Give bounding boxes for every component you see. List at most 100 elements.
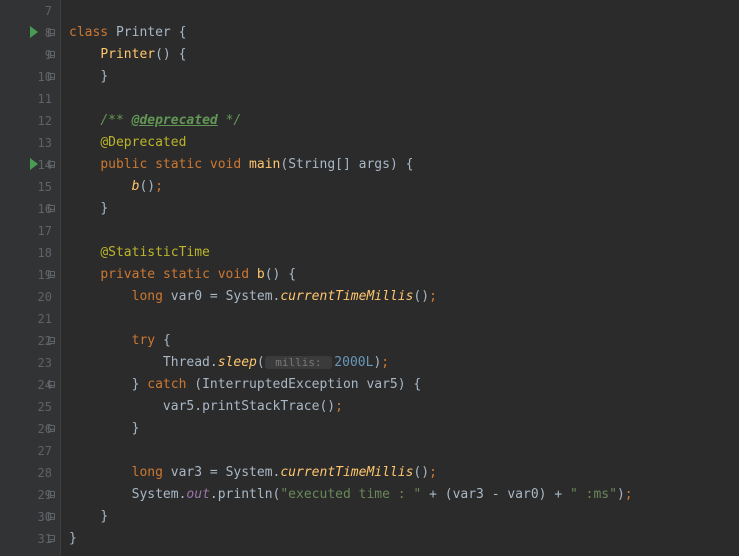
token-ann: @StatisticTime <box>100 245 210 260</box>
token-method: Printer <box>100 47 155 62</box>
run-gutter-icon[interactable] <box>30 158 38 170</box>
token-num: 2000L <box>334 355 373 370</box>
token-method: b <box>257 267 265 282</box>
token-semi: ; <box>625 487 633 502</box>
line-number: 18 <box>32 242 60 264</box>
token-type: System <box>226 465 273 480</box>
token-type: var5 <box>366 377 397 392</box>
fold-icon[interactable] <box>48 205 55 212</box>
code-editor[interactable]: class Printer { Printer() { } /** @depre… <box>60 0 739 556</box>
code-line[interactable] <box>69 88 739 110</box>
line-number: 13 <box>32 132 60 154</box>
line-number: 23 <box>32 352 60 374</box>
gutter-row: 15 <box>0 176 60 198</box>
line-number: 30 <box>32 506 60 528</box>
code-line[interactable]: @Deprecated <box>69 132 739 154</box>
line-number: 12 <box>32 110 60 132</box>
fold-icon[interactable] <box>48 535 55 542</box>
code-line[interactable]: var5.printStackTrace(); <box>69 396 739 418</box>
code-line[interactable]: System.out.println("executed time : " + … <box>69 484 739 506</box>
gutter-row: 31 <box>0 528 60 550</box>
editor-gutter: 7891011121314151617181920212223242526272… <box>0 0 60 556</box>
fold-icon[interactable] <box>48 337 55 344</box>
gutter-row: 27 <box>0 440 60 462</box>
token-paren: { <box>163 333 171 348</box>
code-line[interactable]: } <box>69 528 739 550</box>
fold-icon[interactable] <box>48 51 55 58</box>
gutter-row: 28 <box>0 462 60 484</box>
token-kw: static <box>155 157 202 172</box>
code-line[interactable]: /** @deprecated */ <box>69 110 739 132</box>
fold-icon[interactable] <box>48 161 55 168</box>
code-line[interactable]: public static void main(String[] args) { <box>69 154 739 176</box>
token-static-method: currentTimeMillis <box>280 289 413 304</box>
line-number: 22 <box>32 330 60 352</box>
line-number: 15 <box>32 176 60 198</box>
token-type: var0 <box>171 289 202 304</box>
fold-icon[interactable] <box>48 271 55 278</box>
token-paren: ( <box>280 157 288 172</box>
code-line[interactable] <box>69 0 739 22</box>
fold-icon[interactable] <box>48 381 55 388</box>
token-method: main <box>249 157 280 172</box>
code-line[interactable]: long var3 = System.currentTimeMillis(); <box>69 462 739 484</box>
code-line[interactable]: private static void b() { <box>69 264 739 286</box>
fold-icon[interactable] <box>48 513 55 520</box>
code-line[interactable]: Thread.sleep( millis: 2000L); <box>69 352 739 374</box>
line-number: 17 <box>32 220 60 242</box>
token-semi: ; <box>429 289 437 304</box>
token-op: + <box>429 487 437 502</box>
token-paren: { <box>179 47 187 62</box>
gutter-row: 16 <box>0 198 60 220</box>
token-kw: long <box>132 289 163 304</box>
gutter-row: 22 <box>0 330 60 352</box>
gutter-row: 13 <box>0 132 60 154</box>
line-number: 9 <box>32 44 60 66</box>
code-line[interactable]: } <box>69 198 739 220</box>
token-comment: /** <box>100 113 131 128</box>
code-line[interactable]: long var0 = System.currentTimeMillis(); <box>69 286 739 308</box>
gutter-row: 29 <box>0 484 60 506</box>
token-kw: void <box>210 157 241 172</box>
code-line[interactable] <box>69 308 739 330</box>
token-op: - <box>492 487 500 502</box>
fold-icon[interactable] <box>48 29 55 36</box>
gutter-row: 10 <box>0 66 60 88</box>
token-kw: void <box>218 267 249 282</box>
token-type: var3 <box>453 487 484 502</box>
line-number: 29 <box>32 484 60 506</box>
code-line[interactable] <box>69 220 739 242</box>
line-number: 21 <box>32 308 60 330</box>
code-line[interactable]: } <box>69 506 739 528</box>
code-line[interactable]: @StatisticTime <box>69 242 739 264</box>
token-type: InterruptedException <box>202 377 359 392</box>
token-type: System <box>226 289 273 304</box>
code-line[interactable]: } <box>69 66 739 88</box>
line-number: 31 <box>32 528 60 550</box>
fold-icon[interactable] <box>48 73 55 80</box>
line-number: 28 <box>32 462 60 484</box>
code-line[interactable]: } <box>69 418 739 440</box>
token-paren: { <box>179 25 187 40</box>
run-gutter-icon[interactable] <box>30 26 38 38</box>
gutter-row: 17 <box>0 220 60 242</box>
token-type: println <box>218 487 273 502</box>
fold-icon[interactable] <box>48 491 55 498</box>
line-number: 27 <box>32 440 60 462</box>
token-op: + <box>554 487 562 502</box>
token-paren: ( <box>257 355 265 370</box>
gutter-row: 7 <box>0 0 60 22</box>
code-line[interactable]: try { <box>69 330 739 352</box>
token-kw: class <box>69 25 108 40</box>
code-line[interactable]: class Printer { <box>69 22 739 44</box>
gutter-row: 14 <box>0 154 60 176</box>
code-line[interactable]: Printer() { <box>69 44 739 66</box>
code-line[interactable]: } catch (InterruptedException var5) { <box>69 374 739 396</box>
line-number: 20 <box>32 286 60 308</box>
token-paren: [] <box>335 157 351 172</box>
code-line[interactable]: b(); <box>69 176 739 198</box>
fold-icon[interactable] <box>48 425 55 432</box>
code-line[interactable] <box>69 440 739 462</box>
token-doc-tag: @deprecated <box>132 113 218 128</box>
line-number: 25 <box>32 396 60 418</box>
